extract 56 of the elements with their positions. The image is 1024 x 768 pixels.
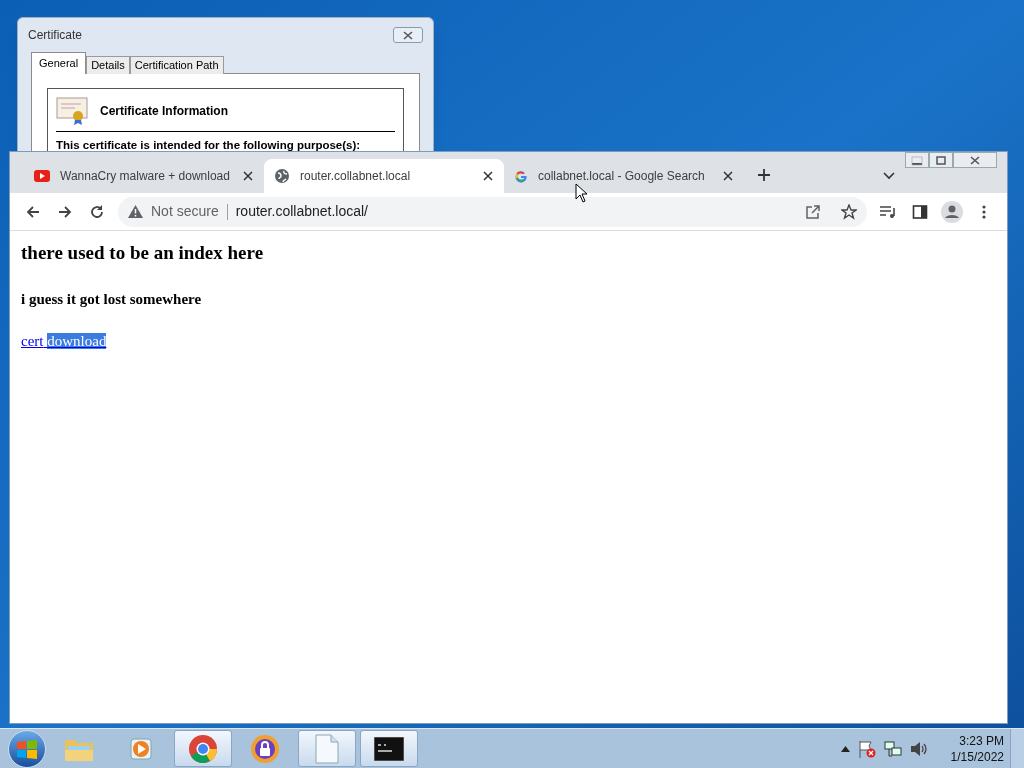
close-icon [483, 171, 493, 181]
profile-button[interactable] [941, 200, 963, 223]
show-hidden-icons-icon[interactable] [841, 745, 850, 752]
blank-document-icon [315, 733, 339, 764]
browser-tab[interactable]: router.collabnet.local [264, 159, 504, 193]
close-icon [243, 171, 253, 181]
chevron-down-icon [883, 172, 895, 180]
warning-icon [128, 205, 143, 218]
close-button[interactable] [953, 152, 997, 168]
music-list-icon [879, 204, 897, 219]
browser-tab[interactable]: WannaCry malware + download [24, 159, 264, 193]
terminal-icon [374, 736, 404, 761]
dialog-tab[interactable]: Certification Path [129, 56, 224, 74]
purpose-text: This certificate is intended for the following purpose(s): [56, 138, 362, 153]
side-panel-icon [912, 203, 928, 220]
padlock-icon [250, 733, 280, 764]
clock-date: 1/15/2022 [950, 748, 1004, 765]
flag-icon[interactable] [858, 739, 876, 758]
close-icon [723, 171, 733, 181]
person-icon [941, 200, 963, 223]
page-heading: there used to be an index here [21, 241, 265, 265]
window-title: Certificate [28, 27, 83, 44]
address-bar[interactable]: Not secure router.collabnet.local/ [118, 196, 867, 227]
windows-flag-icon [16, 738, 38, 759]
certificate-icon [56, 97, 88, 125]
taskbar-button[interactable] [360, 730, 418, 767]
section-heading: Certificate Information [100, 103, 228, 120]
browser-tab[interactable]: collabnet.local - Google Search [504, 159, 744, 193]
bookmark-star-icon[interactable] [841, 203, 857, 220]
start-button[interactable] [8, 729, 46, 768]
clock-time: 3:23 PM [959, 732, 1004, 749]
more-options-icon [982, 204, 986, 219]
url-text: router.collabnet.local/ [235, 202, 369, 221]
close-button[interactable] [393, 27, 423, 43]
download-link[interactable]: cert download [21, 330, 107, 353]
network-icon[interactable] [884, 740, 902, 757]
close-icon [402, 30, 414, 40]
security-label: Not secure [151, 202, 219, 221]
page-subheading: i guess it got lost somewhere [21, 289, 203, 309]
maximize-button[interactable] [929, 152, 953, 168]
forward-arrow-icon [57, 203, 73, 220]
maximize-icon [933, 154, 949, 166]
minimize-icon [909, 154, 925, 166]
dialog-tab[interactable]: Details [86, 56, 130, 74]
share-icon[interactable] [805, 203, 821, 220]
chrome-icon [188, 733, 218, 764]
speaker-icon[interactable] [910, 740, 928, 757]
reload-icon [89, 203, 105, 220]
dialog-tab[interactable]: General [31, 52, 87, 74]
google-icon [514, 169, 528, 183]
video-play-icon [34, 170, 50, 182]
globe-icon [274, 168, 290, 184]
minimize-button[interactable] [905, 152, 929, 168]
plus-icon [757, 168, 771, 182]
media-player-icon [128, 735, 154, 762]
back-arrow-icon [25, 203, 41, 220]
